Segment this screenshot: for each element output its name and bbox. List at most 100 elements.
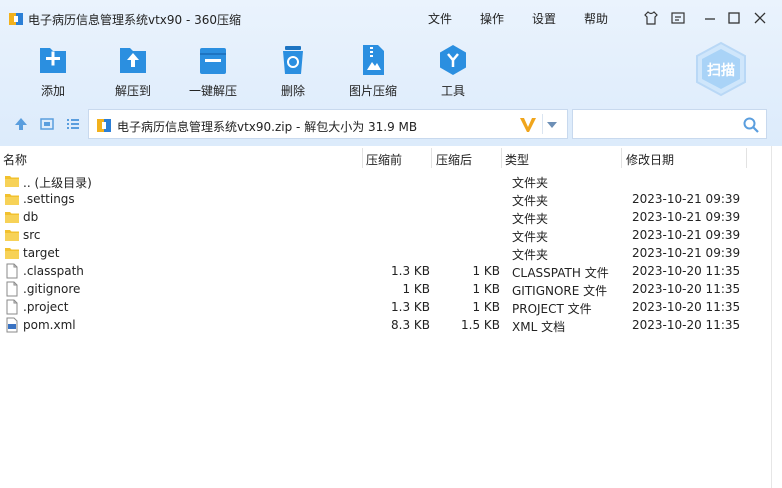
file-date: 2023-10-20 11:35 [632,282,741,296]
archive-path: 电子病历信息管理系统vtx90.zip - 解包大小为 31.9 MB [117,120,418,134]
list-view-icon[interactable] [65,116,81,132]
chevron-down-icon[interactable] [546,121,558,129]
file-name: .classpath [23,264,84,278]
column-size[interactable]: 压缩前 [366,151,402,168]
image-compress-button[interactable]: 图片压缩 [337,40,409,100]
column-packed[interactable]: 压缩后 [436,151,472,168]
address-divider [542,114,543,134]
scan-button[interactable]: 扫描 [692,41,750,97]
column-date[interactable]: 修改日期 [626,151,674,168]
xml-file-icon [4,317,20,333]
delete-button[interactable]: 删除 [257,40,329,100]
title-bar: 电子病历信息管理系统vtx90 - 360压缩 文件 操作 设置 帮助 [0,0,782,34]
image-compress-label: 图片压缩 [348,84,397,98]
file-row[interactable]: pom.xml 8.3 KB 1.5 KB XML 文档 2023-10-20 … [0,316,770,334]
file-row[interactable]: .gitignore 1 KB 1 KB GITIGNORE 文件 2023-1… [0,280,770,298]
file-name: .settings [23,192,75,206]
column-type[interactable]: 类型 [505,151,529,168]
thumbnail-view-icon[interactable] [39,116,55,132]
window-title: 电子病历信息管理系统vtx90 - 360压缩 [28,13,242,27]
tools-label: 工具 [440,84,465,98]
column-divider[interactable] [746,148,747,168]
file-name: .project [23,300,69,314]
skin-shirt-icon[interactable] [642,9,660,27]
folder-icon [4,209,20,225]
file-row[interactable]: target 文件夹 2023-10-21 09:39 [0,244,770,262]
file-packed-size: 1 KB [472,300,500,314]
menu-help[interactable]: 帮助 [584,10,608,27]
file-name: db [23,210,39,224]
search-box[interactable] [572,109,767,139]
column-divider[interactable] [501,148,502,168]
image-compress-icon [363,45,384,75]
file-size: 1.3 KB [391,300,430,314]
menu-operate[interactable]: 操作 [480,10,504,27]
file-date: 2023-10-20 11:35 [632,318,741,332]
file-type: XML 文档 [512,320,566,334]
file-date: 2023-10-21 09:39 [632,210,741,224]
file-row[interactable]: .. (上级目录) 文件夹 [0,172,770,190]
one-click-extract-button[interactable]: 一键解压 [177,40,249,100]
add-button[interactable]: 添加 [17,40,89,100]
tools-icon [440,45,466,75]
folder-icon [4,245,20,261]
column-divider[interactable] [362,148,363,168]
extract-to-label: 解压到 [114,84,151,98]
file-type: GITIGNORE 文件 [512,284,608,298]
search-icon[interactable] [742,116,760,134]
file-date: 2023-10-20 11:35 [632,264,741,278]
verified-v-icon[interactable] [519,117,537,133]
file-row[interactable]: src 文件夹 2023-10-21 09:39 [0,226,770,244]
file-name: .. (上级目录) [23,176,92,190]
file-date: 2023-10-21 09:39 [632,246,741,260]
menu-file[interactable]: 文件 [428,10,452,27]
file-name: target [23,246,60,260]
file-row[interactable]: .classpath 1.3 KB 1 KB CLASSPATH 文件 2023… [0,262,770,280]
app-logo-icon [9,13,23,25]
file-row[interactable]: .project 1.3 KB 1 KB PROJECT 文件 2023-10-… [0,298,770,316]
file-date: 2023-10-21 09:39 [632,192,741,206]
file-type: 文件夹 [512,194,549,208]
minimize-icon[interactable] [701,9,719,27]
up-arrow-icon[interactable] [13,116,29,132]
file-list[interactable]: 名称 压缩前 压缩后 类型 修改日期 .. (上级目录) 文件夹 .settin… [0,146,782,488]
maximize-icon[interactable] [725,9,743,27]
extract-to-button[interactable]: 解压到 [97,40,169,100]
one-click-extract-icon [200,48,226,74]
close-icon[interactable] [751,9,769,27]
tools-button[interactable]: 工具 [417,40,489,100]
column-name[interactable]: 名称 [3,151,27,168]
scan-label: 扫描 [707,63,735,79]
file-size: 1.3 KB [391,264,430,278]
delete-label: 删除 [280,84,305,98]
file-icon [4,281,20,297]
file-name: src [23,228,41,242]
add-label: 添加 [40,84,65,98]
file-type: PROJECT 文件 [512,302,592,316]
search-input[interactable] [579,117,737,133]
delete-icon [283,46,303,74]
folder-icon [4,227,20,243]
file-type: 文件夹 [512,230,549,244]
folder-icon [4,173,20,189]
file-row[interactable]: .settings 文件夹 2023-10-21 09:39 [0,190,770,208]
add-icon [40,48,66,73]
column-divider[interactable] [431,148,432,168]
menu-settings[interactable]: 设置 [532,10,556,27]
file-name: .gitignore [23,282,81,296]
file-name: pom.xml [23,318,76,332]
file-icon [4,263,20,279]
file-type: 文件夹 [512,212,549,226]
address-bar[interactable]: 电子病历信息管理系统vtx90.zip - 解包大小为 31.9 MB [88,109,568,139]
file-size: 1 KB [402,282,430,296]
one-click-extract-label: 一键解压 [188,84,237,98]
file-packed-size: 1 KB [472,264,500,278]
feedback-icon[interactable] [669,9,687,27]
file-type: CLASSPATH 文件 [512,266,609,280]
file-packed-size: 1 KB [472,282,500,296]
file-date: 2023-10-21 09:39 [632,228,741,242]
file-row[interactable]: db 文件夹 2023-10-21 09:39 [0,208,770,226]
list-border [771,146,772,488]
file-icon [4,299,20,315]
column-divider[interactable] [621,148,622,168]
